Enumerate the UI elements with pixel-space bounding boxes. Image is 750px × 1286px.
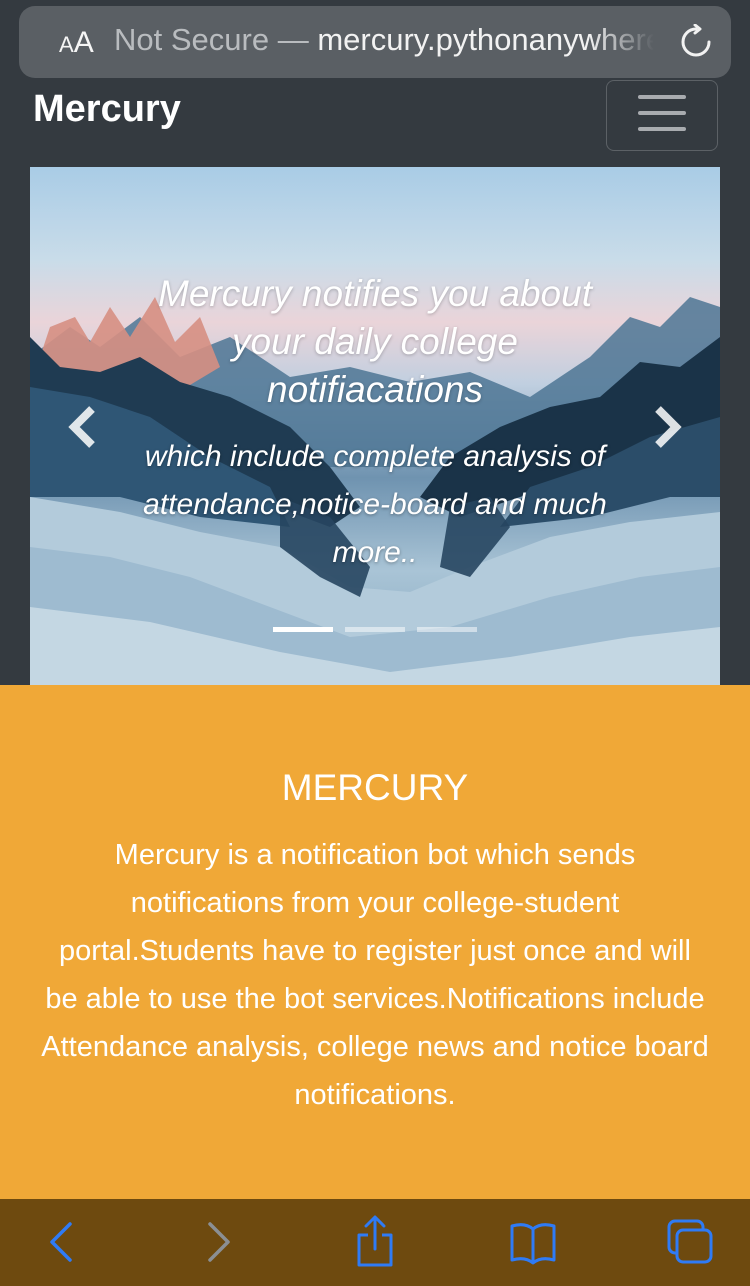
carousel-prev-icon[interactable] <box>64 405 104 449</box>
carousel-indicator-3[interactable] <box>417 627 477 632</box>
browser-bottom-toolbar <box>0 1199 750 1286</box>
tabs-icon[interactable] <box>662 1215 718 1269</box>
aa-small-letter: A <box>59 32 74 57</box>
about-heading: MERCURY <box>281 767 469 808</box>
about-description: Mercury is a notification bot which send… <box>41 839 709 1111</box>
carousel-indicator-1[interactable] <box>273 627 333 632</box>
hamburger-bar <box>638 127 686 131</box>
reload-icon[interactable] <box>678 24 714 60</box>
navbar-toggler-button[interactable] <box>606 80 718 151</box>
carousel-indicator-2[interactable] <box>345 627 405 632</box>
aa-large-letter: A <box>73 26 94 59</box>
carousel-caption-title: Mercury notifies you about your daily co… <box>158 273 592 410</box>
carousel-next-icon[interactable] <box>646 405 686 449</box>
share-icon[interactable] <box>347 1215 403 1269</box>
back-icon[interactable] <box>34 1215 90 1269</box>
bookmarks-icon[interactable] <box>505 1215 561 1269</box>
navbar-brand[interactable]: Mercury <box>33 88 181 131</box>
carousel-caption-text: which include complete analysis of atten… <box>143 440 607 569</box>
hamburger-bar <box>638 111 686 115</box>
hero-carousel[interactable]: Mercury notifies you about your daily co… <box>30 167 720 685</box>
forward-icon <box>208 1222 230 1262</box>
browser-top-bar: AA Not Secure — mercury.pythonanywhere.c… <box>0 0 750 92</box>
reader-aa-button[interactable]: AA <box>59 26 94 60</box>
security-label: Not Secure <box>114 22 270 57</box>
mountain-landscape-image <box>30 297 720 685</box>
url-text[interactable]: Not Secure — mercury.pythonanywhere.com <box>114 22 654 58</box>
hamburger-bar <box>638 95 686 99</box>
about-section: MERCURY Mercury is a notification bot wh… <box>0 685 750 1199</box>
url-domain: mercury.pythonanywhere.com <box>317 22 654 57</box>
url-separator: — <box>269 22 318 57</box>
